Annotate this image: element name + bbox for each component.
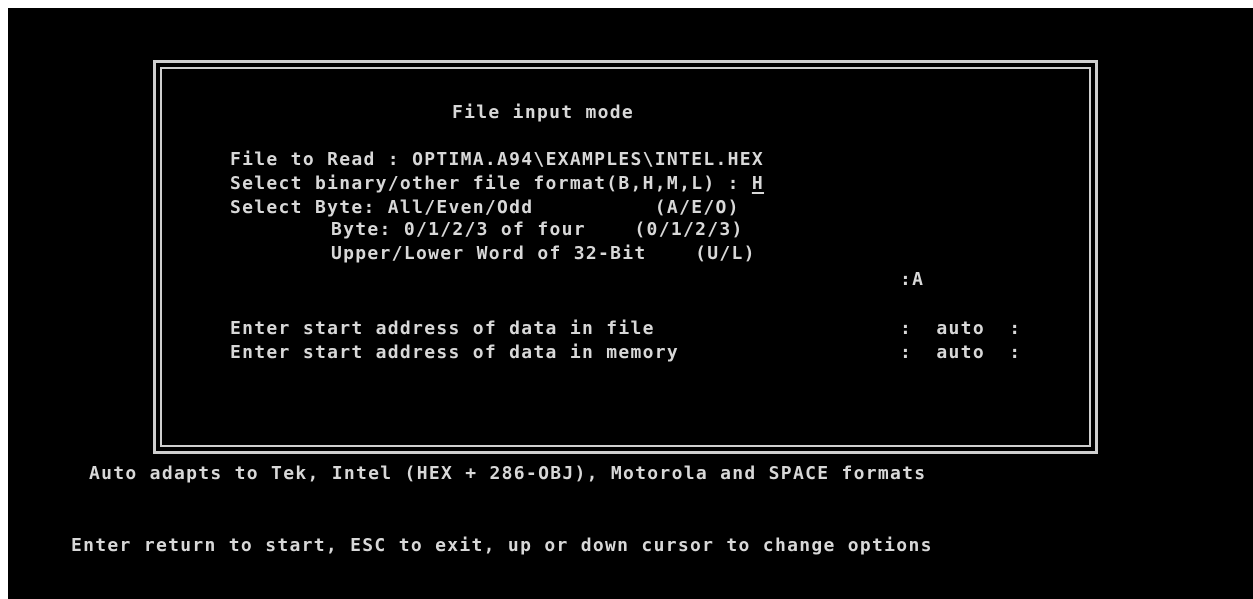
start-address-file-label: Enter start address of data in file — [230, 318, 655, 339]
byte-select-input[interactable]: :A — [900, 270, 924, 290]
byte-quarter-line: Byte: 0/1/2/3 of four (0/1/2/3) — [331, 219, 744, 240]
file-format-row[interactable]: Select binary/other file format(B,H,M,L)… — [230, 174, 764, 194]
file-format-label: Select binary/other file format(B,H,M,L)… — [230, 173, 752, 194]
file-to-read-label: File to Read : — [230, 149, 413, 170]
instructions-line: Enter return to start, ESC to exit, up o… — [71, 535, 933, 556]
dialog-title: File input mode — [452, 102, 635, 123]
start-address-memory-label: Enter start address of data in memory — [230, 342, 680, 363]
file-format-input[interactable]: H — [752, 173, 764, 194]
upper-lower-word-line: Upper/Lower Word of 32-Bit (U/L) — [331, 243, 756, 264]
byte-select-line: Select Byte: All/Even/Odd (A/E/O) — [230, 197, 740, 218]
start-address-memory-input[interactable]: : auto : — [900, 343, 1021, 363]
file-to-read-row[interactable]: File to Read : OPTIMA.A94\EXAMPLES\INTEL… — [230, 150, 764, 170]
start-address-file-input[interactable]: : auto : — [900, 319, 1021, 339]
formats-note: Auto adapts to Tek, Intel (HEX + 286-OBJ… — [89, 463, 927, 484]
dos-screen: File input mode File to Read : OPTIMA.A9… — [8, 8, 1253, 599]
file-to-read-input[interactable]: OPTIMA.A94\EXAMPLES\INTEL.HEX — [412, 149, 764, 170]
